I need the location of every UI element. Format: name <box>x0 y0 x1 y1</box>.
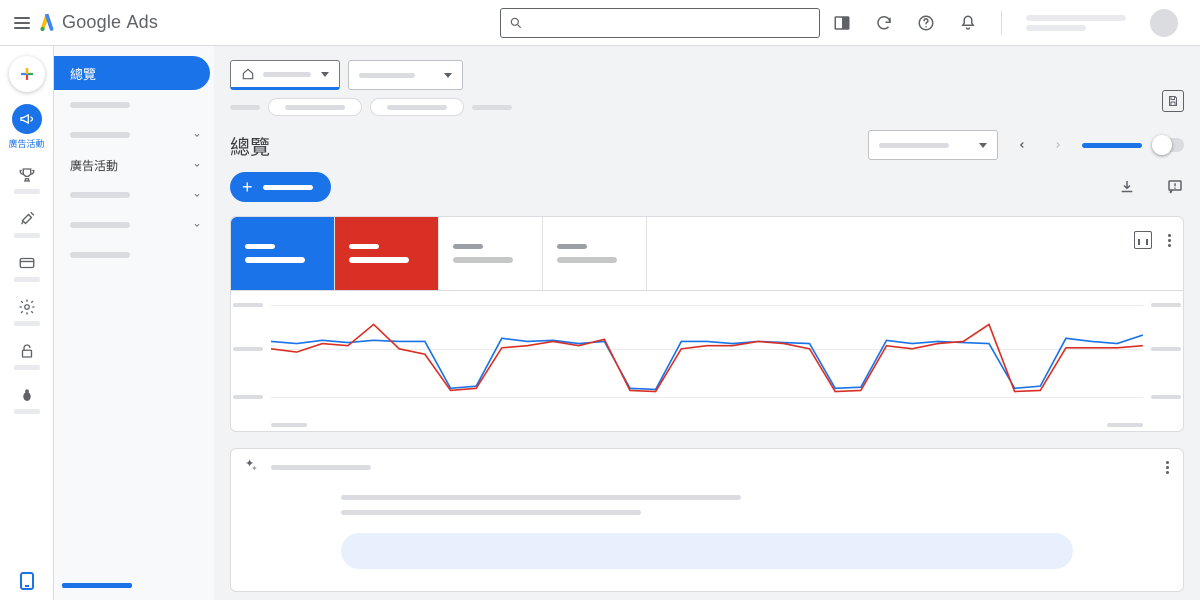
scorecard-metric-1[interactable] <box>231 217 335 290</box>
chevron-down-icon <box>192 130 202 140</box>
filter-chip[interactable] <box>268 98 362 116</box>
insight-card <box>230 448 1184 592</box>
lock-icon <box>18 342 36 360</box>
rail-item-campaigns[interactable]: 廣告活動 <box>0 94 53 154</box>
rail-item-billing[interactable] <box>0 244 53 286</box>
save-icon <box>1167 95 1179 107</box>
search-icon <box>509 16 523 30</box>
product-logo[interactable]: Google Ads <box>38 12 158 33</box>
product-name: Google Ads <box>62 12 158 33</box>
card-menu-button[interactable] <box>1168 234 1171 247</box>
insight-title <box>271 465 371 470</box>
download-icon[interactable] <box>1118 178 1136 196</box>
sparkle-icon <box>245 459 261 475</box>
compare-toggle[interactable] <box>1154 138 1184 152</box>
filter-chip-row <box>230 98 1184 116</box>
scorecard-metric-4[interactable] <box>543 217 647 290</box>
page-nav: 總覽 廣告活動 <box>54 46 214 600</box>
scorecard-metric-2[interactable] <box>335 217 439 290</box>
create-button[interactable] <box>9 56 45 92</box>
app-download-button[interactable] <box>0 562 53 600</box>
compare-label <box>1082 143 1142 148</box>
app-download-label[interactable] <box>62 583 132 588</box>
rail-item-tools[interactable] <box>0 200 53 242</box>
insight-action[interactable] <box>341 533 1073 569</box>
appearance-icon[interactable] <box>833 14 851 32</box>
caret-down-icon <box>444 73 452 78</box>
nav-item-overview[interactable]: 總覽 <box>54 56 210 90</box>
left-rail: 廣告活動 <box>0 46 54 600</box>
rail-item-label: 廣告活動 <box>8 137 44 150</box>
rail-item-goals[interactable] <box>0 156 53 198</box>
caret-down-icon <box>979 143 987 148</box>
chevron-down-icon <box>192 190 202 200</box>
home-icon <box>241 67 255 81</box>
line-chart <box>271 301 1143 407</box>
account-id <box>1026 25 1086 31</box>
next-period-button[interactable] <box>1046 133 1070 157</box>
trophy-icon <box>18 166 36 184</box>
performance-chart-card <box>230 216 1184 432</box>
scope-select-campaign[interactable] <box>348 60 463 90</box>
notifications-icon[interactable] <box>959 14 977 32</box>
nav-item[interactable] <box>54 90 214 120</box>
avatar[interactable] <box>1150 9 1178 37</box>
filter-chip[interactable] <box>370 98 464 116</box>
page-title: 總覽 <box>230 131 270 160</box>
help-icon[interactable] <box>917 14 935 32</box>
account-name <box>1026 15 1126 21</box>
nav-item[interactable] <box>54 240 214 270</box>
scope-select-account[interactable] <box>230 60 340 90</box>
plus-icon <box>18 65 36 83</box>
phone-icon <box>20 572 34 590</box>
caret-down-icon <box>321 72 329 77</box>
insight-text <box>341 495 741 500</box>
google-ads-logo-icon <box>38 14 56 32</box>
megaphone-icon <box>19 111 35 127</box>
app-bar: Google Ads <box>0 0 1200 46</box>
refresh-icon[interactable] <box>875 14 893 32</box>
card-menu-button[interactable] <box>1166 461 1169 474</box>
plus-icon: + <box>242 177 253 198</box>
rail-item-admin[interactable] <box>0 288 53 330</box>
nav-item[interactable] <box>54 210 214 240</box>
rail-item-bugs[interactable] <box>0 376 53 418</box>
menu-icon[interactable] <box>14 17 30 29</box>
date-range-select[interactable] <box>868 130 998 160</box>
chevron-down-icon <box>192 160 202 170</box>
bug-icon <box>18 386 36 404</box>
prev-period-button[interactable] <box>1010 133 1034 157</box>
insight-text <box>341 510 641 515</box>
chevron-down-icon <box>192 220 202 230</box>
scorecard-metric-3[interactable] <box>439 217 543 290</box>
nav-item[interactable] <box>54 180 214 210</box>
nav-item-label: 總覽 <box>70 64 96 83</box>
search-input[interactable] <box>500 8 820 38</box>
gear-icon <box>18 298 36 316</box>
card-icon <box>18 254 36 272</box>
save-view-button[interactable] <box>1162 90 1184 112</box>
feedback-icon[interactable] <box>1166 178 1184 196</box>
new-campaign-button[interactable]: + <box>230 172 331 202</box>
main-content: 總覽 + <box>214 46 1200 600</box>
expand-chart-button[interactable] <box>1134 231 1152 249</box>
nav-item[interactable] <box>54 120 214 150</box>
nav-item-campaigns[interactable]: 廣告活動 <box>54 150 214 180</box>
tools-icon <box>18 210 36 228</box>
rail-item-security[interactable] <box>0 332 53 374</box>
